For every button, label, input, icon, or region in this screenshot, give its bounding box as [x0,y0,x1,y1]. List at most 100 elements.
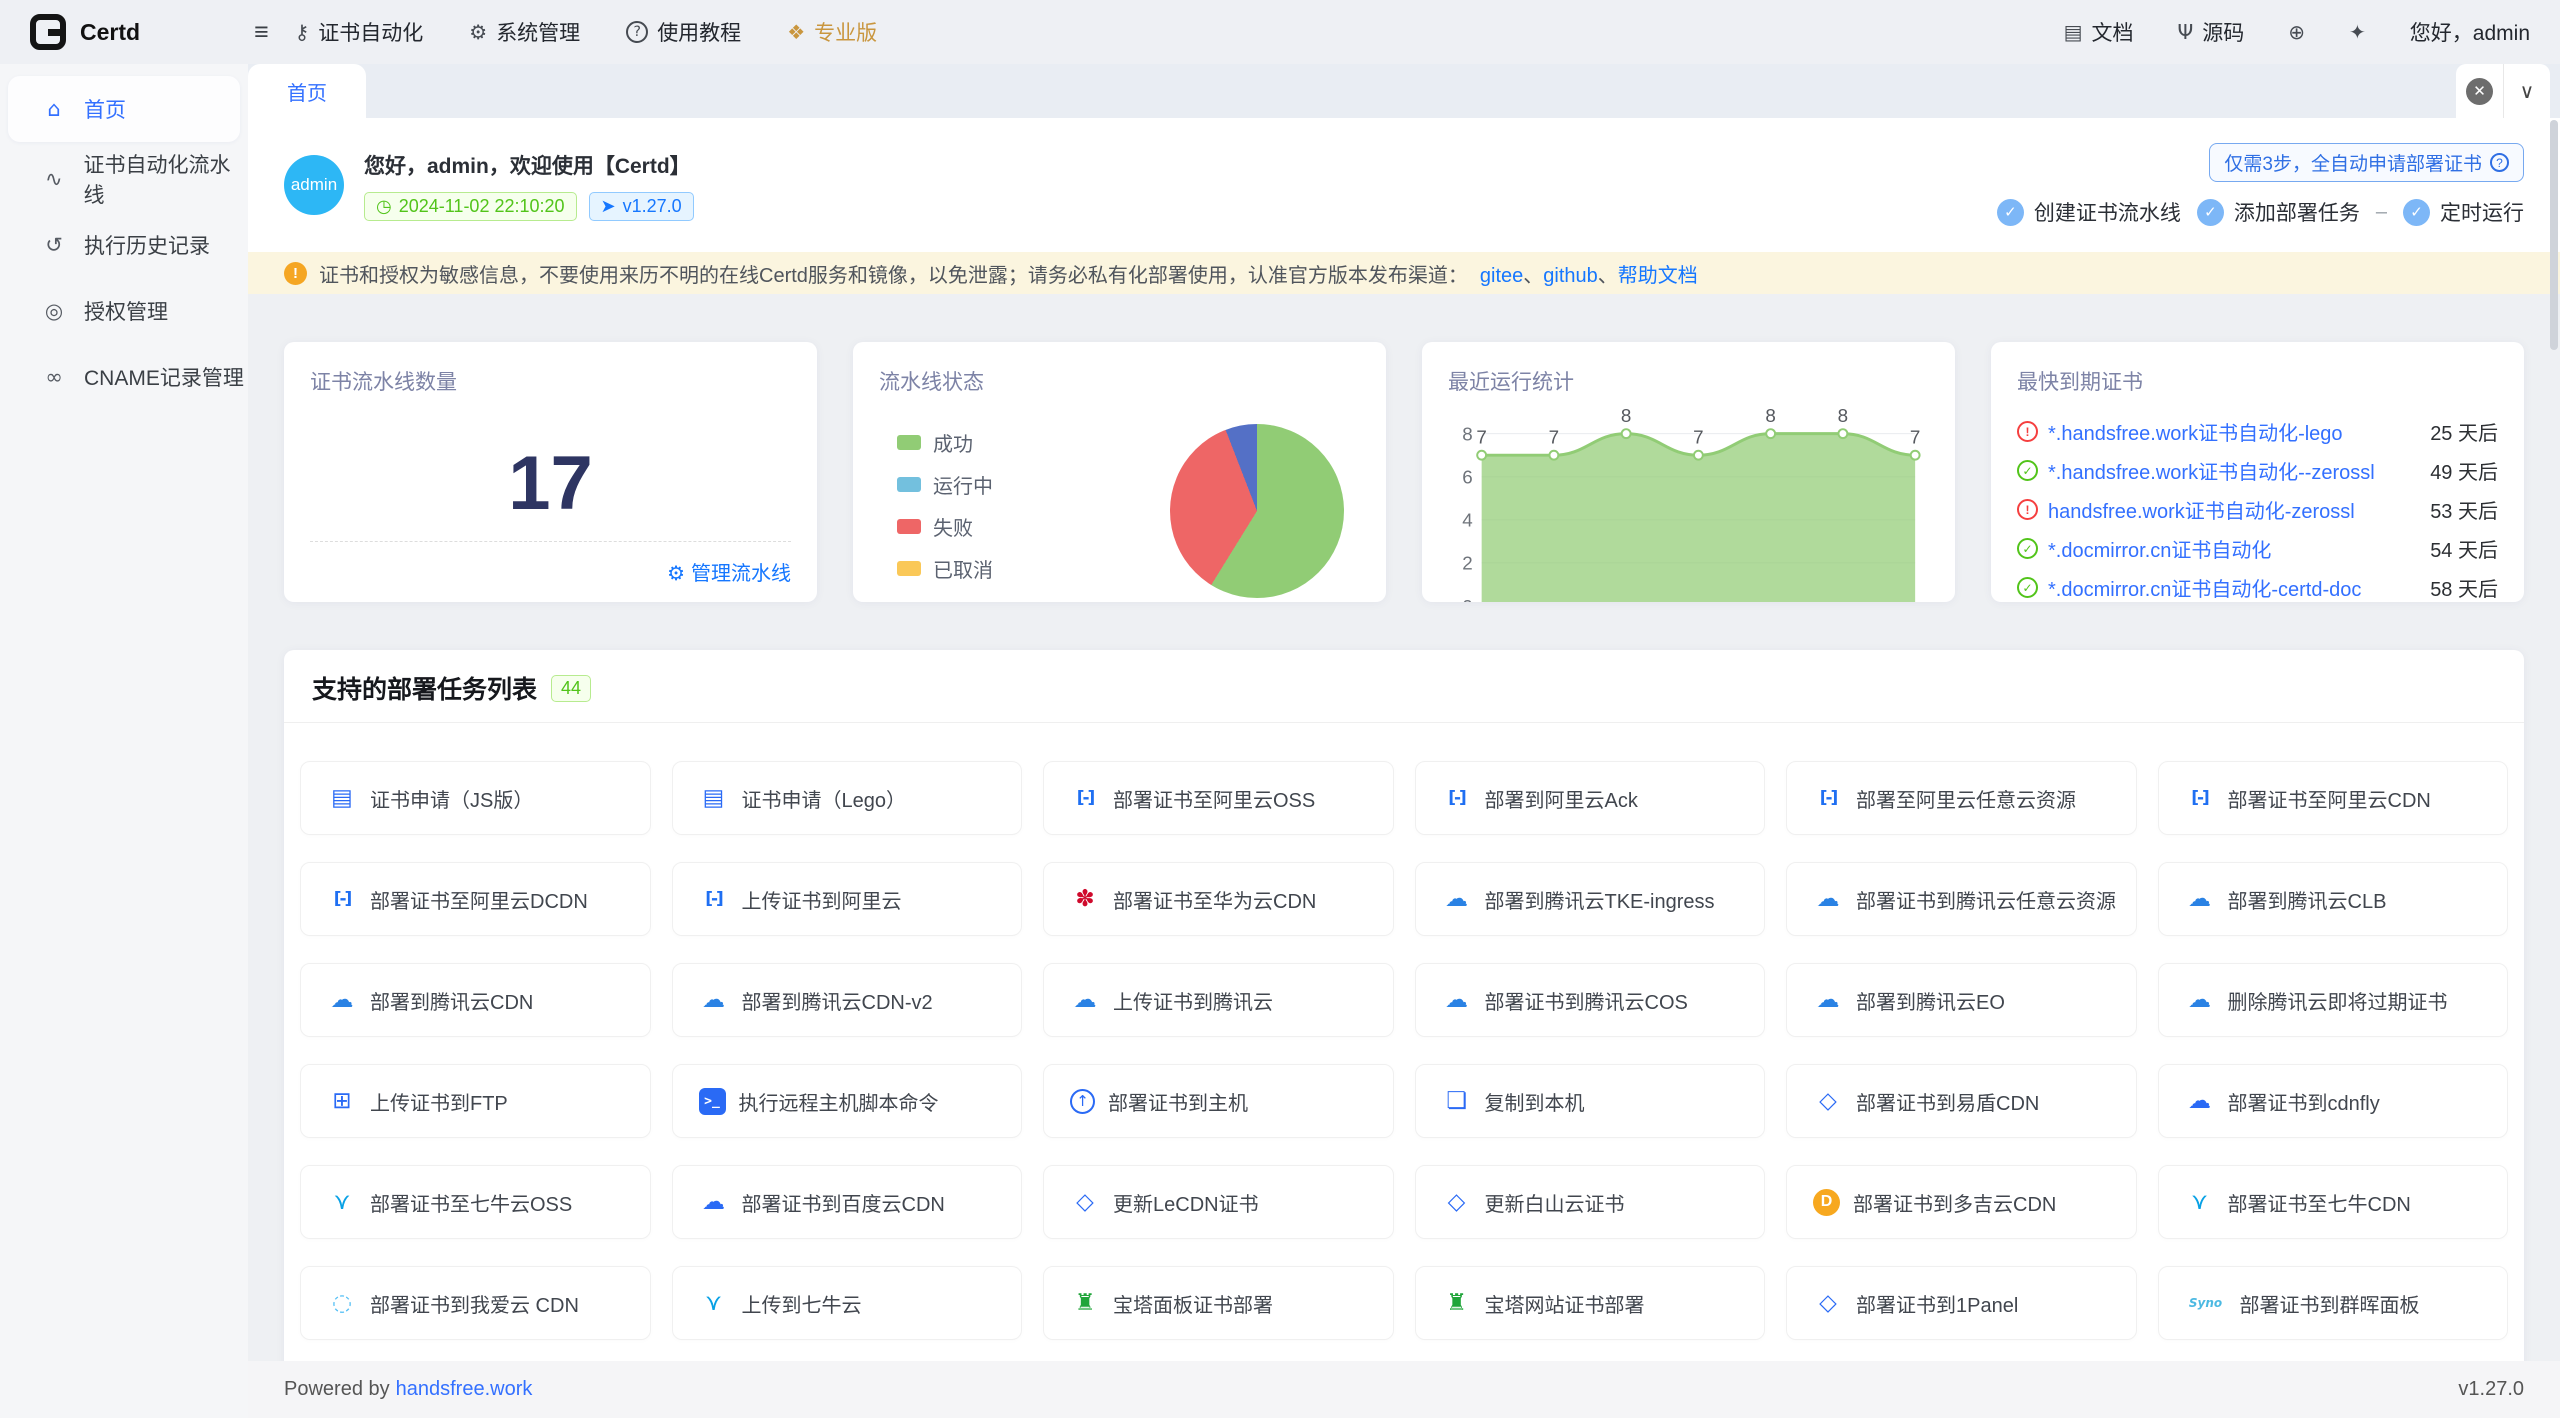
cloud-icon: ☁ [2185,1088,2215,1114]
task-card[interactable]: ☁部署到腾讯云CLB [2158,862,2509,936]
task-card[interactable]: ◌部署证书到我爱云 CDN [300,1266,651,1340]
task-card[interactable]: ☁部署到腾讯云EO [1786,963,2137,1037]
tab-close-button[interactable]: ✕ [2456,64,2503,118]
task-card[interactable]: [-]部署至阿里云任意云资源 [1786,761,2137,835]
task-card-label: 上传证书到腾讯云 [1113,986,1281,1015]
task-card[interactable]: ☁部署证书到腾讯云任意云资源 [1786,862,2137,936]
welcome-info: 您好，admin，欢迎使用【Certd】 ◷2024-11-02 22:10:2… [364,150,694,221]
task-card-label: 部署证书至七牛CDN [2228,1188,2419,1217]
task-card[interactable]: ☁ 删除腾讯云即将过期证书 [2158,963,2509,1037]
sparkles-icon[interactable]: ✦ [2349,20,2366,44]
tab-home-label: 首页 [287,77,327,106]
area-chart: 0246877878872024-10-262024-10-282024-10-… [1448,400,1929,602]
tencent-cloud-icon: ☁ [2185,987,2215,1013]
task-card[interactable]: ⋎部署证书至七牛云OSS [300,1165,651,1239]
task-card[interactable]: ◇部署证书到1Panel [1786,1266,2137,1340]
legend-item-已取消[interactable]: 已取消 [897,554,993,583]
nav-item-证书自动化[interactable]: ⚷证书自动化 [295,17,424,47]
task-card-label: 部署证书至阿里云OSS [1113,784,1323,813]
promo-badge[interactable]: 仅需3步，全自动申请部署证书 ? [2209,143,2524,182]
task-card[interactable]: ☁部署证书到腾讯云COS [1415,963,1766,1037]
nav-item-使用教程[interactable]: ?使用教程 [626,17,741,47]
tab-menu-button[interactable]: ∨ [2503,64,2550,118]
globe-icon[interactable]: ⊕ [2288,20,2305,44]
sidebar-item-CNAME记录管理[interactable]: ∞CNAME记录管理 [0,344,248,410]
user-greeting[interactable]: 您好，admin [2410,17,2530,47]
task-card[interactable]: ▤证书申请（JS版） [300,761,651,835]
task-card-label: 部署证书到腾讯云任意云资源 [1856,885,2124,914]
task-card[interactable]: Syno部署证书到群晖面板 [2158,1266,2509,1340]
manage-pipelines-link[interactable]: ⚙管理流水线 [310,541,791,586]
app-logo[interactable]: Certd [30,14,248,50]
task-card-label: 删除腾讯云即将过期证书 [2228,986,2456,1015]
task-card[interactable]: ♜宝塔网站证书部署 [1415,1266,1766,1340]
nav-item-专业版[interactable]: ❖专业版 [787,17,877,47]
task-card-label: 部署证书到我爱云 CDN [370,1289,587,1318]
pipeline-status-card: 流水线状态 成功运行中失败已取消未执行 [853,342,1386,602]
expiry-cert-link[interactable]: *.handsfree.work证书自动化-lego [2048,417,2412,446]
nav-item-源码[interactable]: Ψ源码 [2178,17,2245,47]
task-card[interactable]: [-]上传证书到阿里云 [672,862,1023,936]
legend-item-失败[interactable]: 失败 [897,512,993,541]
task-card[interactable]: [-]部署证书至阿里云DCDN [300,862,651,936]
task-card[interactable]: ☁部署到腾讯云CDN [300,963,651,1037]
task-card[interactable]: ☁部署证书到百度云CDN [672,1165,1023,1239]
nav-item-label: 文档 [2092,17,2134,47]
task-card[interactable]: ☁部署到腾讯云TKE-ingress [1415,862,1766,936]
task-card-label: 证书申请（Lego） [742,784,915,813]
task-card[interactable]: ⋎上传到七牛云 [672,1266,1023,1340]
pipeline-count-card: 证书流水线数量 17 ⚙管理流水线 [284,342,817,602]
task-card[interactable]: D部署证书到多吉云CDN [1786,1165,2137,1239]
sidebar-item-证书自动化流水线[interactable]: ∿证书自动化流水线 [0,146,248,212]
warning-link-帮助文档[interactable]: 帮助文档 [1618,265,1698,287]
task-card[interactable]: ⋎部署证书至七牛CDN [2158,1165,2509,1239]
task-card[interactable]: ☁部署证书到cdnfly [2158,1064,2509,1138]
task-card[interactable]: ☁部署到腾讯云CDN-v2 [672,963,1023,1037]
task-card[interactable]: ▤证书申请（Lego） [672,761,1023,835]
task-card[interactable]: [-]部署证书至阿里云CDN [2158,761,2509,835]
avatar[interactable]: admin [284,155,344,215]
cloud-icon: ☁ [699,1189,729,1215]
sidebar-item-label: 授权管理 [84,296,168,326]
sidebar-collapse-icon[interactable]: ≡ [254,18,269,47]
expiry-cert-link[interactable]: handsfree.work证书自动化-zerossl [2048,495,2412,524]
task-card[interactable]: ◇部署证书到易盾CDN [1786,1064,2137,1138]
legend-item-未执行[interactable]: 未执行 [897,596,993,602]
svg-text:7: 7 [1549,426,1559,447]
task-card[interactable]: [-]部署到阿里云Ack [1415,761,1766,835]
task-card[interactable]: ✽部署证书至华为云CDN [1043,862,1394,936]
task-grid: ▤证书申请（JS版） ▤证书申请（Lego） [-]部署证书至阿里云OSS [-]部署… [284,723,2524,1418]
pie-legend: 成功运行中失败已取消未执行 [897,428,993,602]
task-card[interactable]: ◇更新LeCDN证书 [1043,1165,1394,1239]
nav-item-label: 使用教程 [657,17,741,47]
task-card[interactable]: ☁上传证书到腾讯云 [1043,963,1394,1037]
sidebar-item-授权管理[interactable]: ◎授权管理 [0,278,248,344]
nav-item-系统管理[interactable]: ⚙系统管理 [469,17,580,47]
task-card[interactable]: >_执行远程主机脚本命令 [672,1064,1023,1138]
task-card[interactable]: ❏复制到本机 [1415,1064,1766,1138]
sidebar-item-首页[interactable]: ⌂首页 [8,76,240,142]
tab-home[interactable]: 首页 [248,64,366,118]
task-card[interactable]: ◇更新白山云证书 [1415,1165,1766,1239]
task-card[interactable]: ↑部署证书到主机 [1043,1064,1394,1138]
scrollbar-thumb[interactable] [2550,120,2558,350]
expiry-cert-link[interactable]: *.docmirror.cn证书自动化 [2048,534,2412,563]
legend-item-运行中[interactable]: 运行中 [897,470,993,499]
cname-link-icon: ∞ [42,365,66,389]
nav-item-label: 系统管理 [496,17,580,47]
task-card[interactable]: ♜宝塔面板证书部署 [1043,1266,1394,1340]
expiry-days: 49 天后 [2430,456,2498,485]
legend-item-成功[interactable]: 成功 [897,428,993,457]
nav-item-文档[interactable]: ▤文档 [2064,17,2134,47]
expiry-cert-link[interactable]: *.handsfree.work证书自动化--zerossl [2048,456,2412,485]
task-card[interactable]: [-]部署证书至阿里云OSS [1043,761,1394,835]
task-card[interactable]: ⊞上传证书到FTP [300,1064,651,1138]
handsfree-link[interactable]: handsfree.work [396,1378,533,1400]
warning-link-github[interactable]: github [1543,265,1598,287]
warning-link-gitee[interactable]: gitee [1480,265,1523,287]
shield-icon: ◇ [1813,1088,1843,1114]
welcome-section: admin 您好，admin，欢迎使用【Certd】 ◷2024-11-02 2… [248,118,2560,252]
recent-runs-card: 最近运行统计 0246877878872024-10-262024-10-282… [1422,342,1955,602]
expiry-cert-link[interactable]: *.docmirror.cn证书自动化-certd-doc [2048,573,2412,602]
sidebar-item-执行历史记录[interactable]: ↺执行历史记录 [0,212,248,278]
